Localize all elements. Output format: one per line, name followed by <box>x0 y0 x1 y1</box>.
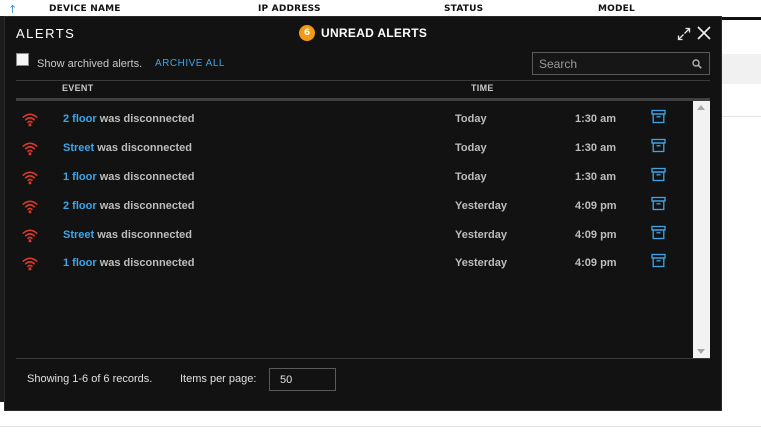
alert-day: Yesterday <box>455 257 507 269</box>
alert-event: 1 floor was disconnected <box>63 257 194 269</box>
unread-alerts-label: UNREAD ALERTS <box>321 26 428 40</box>
alerts-list: 2 floor was disconnected Today 1:30 am S… <box>16 101 693 358</box>
background-row-divider <box>722 116 761 117</box>
alert-row[interactable]: Street was disconnected Yesterday 4:09 p… <box>16 221 693 250</box>
alert-row[interactable]: 1 floor was disconnected Today 1:30 am <box>16 163 693 192</box>
unread-alerts-indicator: 6 UNREAD ALERTS <box>299 25 427 41</box>
alert-day: Yesterday <box>455 200 507 212</box>
alert-row[interactable]: 2 floor was disconnected Today 1:30 am <box>16 105 693 134</box>
alerts-scrollbar[interactable] <box>693 101 710 358</box>
items-per-page-input[interactable] <box>269 368 336 391</box>
background-row-strip <box>722 54 761 84</box>
alert-time: 1:30 am <box>575 113 616 125</box>
show-archived-checkbox[interactable] <box>16 53 29 66</box>
alert-time: 4:09 pm <box>575 257 617 269</box>
event-text: was disconnected <box>97 229 193 241</box>
items-per-page-label: Items per page: <box>180 373 257 385</box>
alert-event: 1 floor was disconnected <box>63 171 194 183</box>
archive-icon[interactable] <box>651 138 666 153</box>
dialog-title: ALERTS <box>16 26 76 41</box>
alert-event: Street was disconnected <box>63 142 192 154</box>
device-link[interactable]: Street <box>63 229 94 241</box>
archive-all-link[interactable]: ARCHIVE ALL <box>155 58 225 69</box>
sort-arrow-icon[interactable]: ↑ <box>8 3 17 16</box>
alert-event: 2 floor was disconnected <box>63 113 194 125</box>
background-bottom-divider <box>0 426 761 427</box>
alert-day: Yesterday <box>455 229 507 241</box>
alert-row[interactable]: 1 floor was disconnected Yesterday 4:09 … <box>16 249 693 278</box>
column-event[interactable]: EVENT <box>62 83 94 93</box>
archive-icon[interactable] <box>651 109 666 124</box>
alert-day: Today <box>455 171 487 183</box>
archive-icon[interactable] <box>651 225 666 240</box>
column-status[interactable]: STATUS <box>444 4 483 14</box>
alert-time: 4:09 pm <box>575 200 617 212</box>
expand-icon[interactable] <box>676 26 692 42</box>
wifi-disconnected-icon <box>22 142 38 156</box>
search-icon[interactable] <box>692 59 702 69</box>
header-divider <box>16 80 710 81</box>
archive-icon[interactable] <box>651 253 666 268</box>
alert-event: 2 floor was disconnected <box>63 200 194 212</box>
search-input[interactable] <box>532 52 710 75</box>
records-count: Showing 1-6 of 6 records. <box>27 373 153 385</box>
event-text: was disconnected <box>99 257 195 269</box>
archive-icon[interactable] <box>651 196 666 211</box>
archive-icon[interactable] <box>651 167 666 182</box>
event-text: was disconnected <box>97 142 193 154</box>
wifi-disconnected-icon <box>22 200 38 214</box>
close-icon[interactable] <box>697 26 711 40</box>
show-archived-label: Show archived alerts. <box>37 58 143 70</box>
alert-time: 1:30 am <box>575 171 616 183</box>
device-link[interactable]: Street <box>63 142 94 154</box>
device-link[interactable]: 1 floor <box>63 257 97 269</box>
scroll-up-arrow-icon[interactable] <box>697 105 705 110</box>
alert-row[interactable]: 2 floor was disconnected Yesterday 4:09 … <box>16 192 693 221</box>
wifi-disconnected-icon <box>22 257 38 271</box>
event-text: was disconnected <box>99 113 195 125</box>
footer-divider <box>16 358 710 359</box>
alerts-dialog: ALERTS 6 UNREAD ALERTS Show archived ale… <box>4 16 722 411</box>
scroll-down-arrow-icon[interactable] <box>697 349 705 354</box>
alert-time: 1:30 am <box>575 142 616 154</box>
event-text: was disconnected <box>99 200 195 212</box>
column-device-name[interactable]: DEVICE NAME <box>49 4 121 14</box>
column-model[interactable]: MODEL <box>598 4 635 14</box>
alert-row[interactable]: Street was disconnected Today 1:30 am <box>16 134 693 163</box>
alert-day: Today <box>455 142 487 154</box>
device-link[interactable]: 1 floor <box>63 171 97 183</box>
wifi-disconnected-icon <box>22 171 38 185</box>
device-link[interactable]: 2 floor <box>63 113 97 125</box>
column-ip-address[interactable]: IP ADDRESS <box>258 4 321 14</box>
column-time[interactable]: TIME <box>471 83 494 93</box>
wifi-disconnected-icon <box>22 229 38 243</box>
alert-time: 4:09 pm <box>575 229 617 241</box>
unread-count-badge: 6 <box>299 25 315 41</box>
wifi-disconnected-icon <box>22 113 38 127</box>
event-text: was disconnected <box>99 171 195 183</box>
device-link[interactable]: 2 floor <box>63 200 97 212</box>
alert-day: Today <box>455 113 487 125</box>
alert-event: Street was disconnected <box>63 229 192 241</box>
